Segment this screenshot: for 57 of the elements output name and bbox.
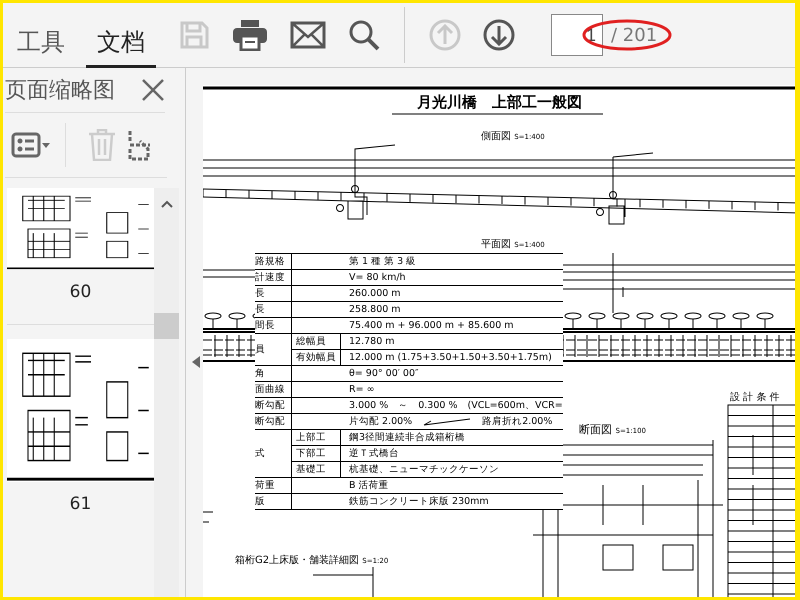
table-cell-text: 路肩折れ2.00%	[482, 415, 552, 429]
table-cell-text: 第 1 種 第 3 級	[349, 255, 416, 269]
table-cell-text: 逆Ｔ式橋台	[348, 447, 400, 461]
page-number-label: 60	[70, 281, 92, 304]
table-cell-text: θ= 90° 00′ 00″	[349, 367, 419, 381]
scrollbar[interactable]	[154, 188, 179, 597]
print-button[interactable]	[232, 19, 268, 51]
table-cell: 有効幅員	[292, 350, 341, 365]
table-cell: 計速度	[255, 270, 292, 285]
table-cell: 総幅員	[292, 334, 341, 349]
slope-arrow-icon	[422, 418, 472, 426]
drawing-title: 月光川橋 上部工一般図	[417, 93, 582, 112]
table-cell-text: V= 80 km/h	[349, 271, 406, 285]
table-cell: 角	[255, 366, 292, 381]
scroll-up-icon[interactable]	[161, 200, 173, 208]
tab[interactable]: 工具	[6, 3, 76, 68]
table-cell-text: 258.800 m	[349, 303, 401, 317]
table-cell-text: 260.000 m	[349, 287, 401, 301]
table-cell: 間長	[255, 318, 292, 333]
table-cell-text: 鉄筋コンクリート床版 230mm	[349, 495, 489, 509]
table-cell-text: R= ∞	[349, 383, 374, 397]
table-cell: 員	[255, 334, 292, 365]
search-button[interactable]	[348, 19, 380, 51]
tab[interactable]: 文档	[86, 3, 156, 68]
table-cell: 式	[255, 430, 292, 477]
view-options-button[interactable]	[11, 131, 51, 159]
table-cell-text: 12.780 m	[348, 335, 396, 349]
page-thumbnail[interactable]	[7, 339, 154, 482]
table-cell: 面曲線	[255, 382, 292, 397]
table-cell: 長	[255, 302, 292, 317]
table-cell-text: 片勾配 2.00%	[349, 415, 412, 429]
table-cell: 断勾配	[255, 414, 292, 429]
scrollbar-thumb[interactable]	[154, 313, 179, 339]
table-cell: 下部工	[292, 446, 341, 461]
panel-title: 页面缩略图	[5, 77, 115, 105]
table-cell: 断勾配	[255, 398, 292, 413]
table-cell: 長	[255, 286, 292, 301]
table-cell: 版	[255, 494, 292, 509]
table-cell: 路規格	[255, 254, 292, 269]
table-title: 設 計 条 件	[730, 390, 780, 404]
table-cell-text: 75.400 m + 96.000 m + 85.600 m	[349, 319, 514, 333]
page-thumbnail[interactable]	[7, 188, 154, 270]
next-page-button[interactable]	[483, 19, 515, 51]
extract-pages-button[interactable]	[128, 129, 150, 161]
table-cell-text: 杭基礎、ニューマチックケーソン	[348, 463, 500, 477]
close-button[interactable]	[141, 78, 165, 102]
page-number-label: 61	[70, 493, 92, 516]
table-cell-text: 3.000 % ～ 0.300 % (VCL=600m、VCR=	[349, 399, 563, 413]
email-button[interactable]	[290, 21, 326, 49]
table-cell-text: 鋼3径間連続非合成箱桁橋	[348, 431, 466, 445]
page-count: / 201	[611, 24, 658, 46]
table-cell: 荷重	[255, 478, 292, 493]
table-cell-text: 12.000 m (1.75+3.50+1.50+3.50+1.75m)	[348, 351, 553, 365]
collapse-panel-icon[interactable]	[192, 356, 200, 368]
table-cell-text: B 活荷重	[349, 479, 389, 493]
table-cell: 上部工	[292, 430, 341, 445]
table-cell: 基礎工	[292, 462, 341, 477]
